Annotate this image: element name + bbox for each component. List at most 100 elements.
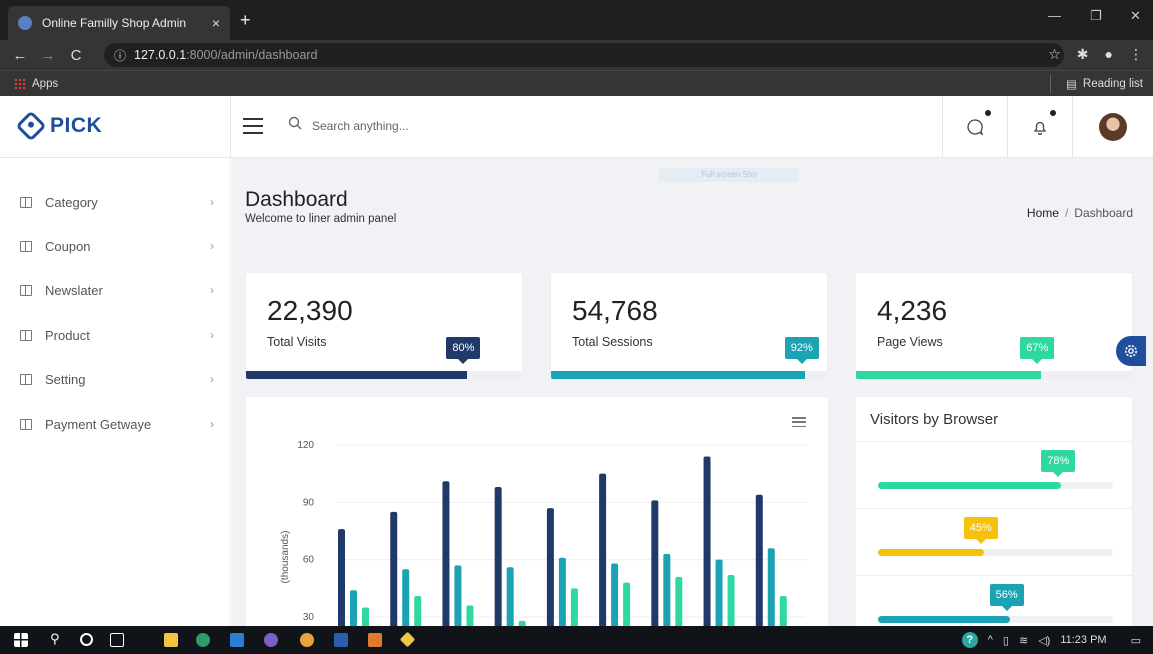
browser-row: 78% [856, 441, 1134, 508]
chart-bar[interactable] [362, 607, 369, 626]
breadcrumb-current: Dashboard [1074, 206, 1133, 220]
chart-bar[interactable] [651, 500, 659, 626]
cortana-icon[interactable] [80, 633, 93, 646]
address-bar-row: ← → C ⓘ 127.0.0.1 :8000/admin/dashboard … [0, 40, 1153, 70]
chart-bar[interactable] [466, 605, 474, 626]
windows-start-icon[interactable] [14, 633, 28, 647]
chart-bar[interactable] [494, 487, 502, 626]
bookmark-star-icon[interactable]: ☆ [1048, 46, 1061, 63]
sidebar-item-product[interactable]: Product › [0, 313, 230, 357]
battery-icon[interactable]: ▯ [1003, 634, 1009, 647]
taskbar-search-icon[interactable]: ⚲ [50, 631, 64, 646]
git-icon[interactable] [399, 631, 416, 648]
y-tick-label: 120 [297, 440, 314, 451]
y-tick-label: 30 [303, 612, 315, 623]
chrome-icon[interactable] [300, 633, 314, 647]
profile-icon[interactable]: ● [1105, 46, 1113, 63]
apps-link[interactable]: Apps [32, 78, 58, 90]
chart-bar[interactable] [767, 548, 775, 626]
chart-bar[interactable] [611, 563, 619, 626]
help-icon[interactable]: ? [961, 632, 978, 648]
reading-list-icon: ▤ [1066, 79, 1077, 91]
file-explorer-icon[interactable] [164, 633, 178, 647]
chart-bar[interactable] [414, 595, 422, 626]
logo-text: PICK [50, 114, 103, 137]
stat-progress-fill [856, 371, 1041, 379]
sidebar-item-setting[interactable]: Setting › [0, 357, 230, 401]
task-view-icon[interactable] [110, 633, 124, 647]
app-icon[interactable] [264, 633, 278, 647]
window-close-icon[interactable]: ✕ [1130, 8, 1141, 24]
chart-bar[interactable] [546, 508, 554, 626]
chart-bar[interactable] [755, 494, 763, 626]
chart-bar[interactable] [390, 511, 398, 626]
vscode-icon[interactable] [230, 633, 244, 647]
chart-bar[interactable] [599, 473, 607, 626]
chart-bar[interactable] [570, 588, 578, 626]
sidebar-item-newsletter[interactable]: Newslater › [0, 268, 230, 312]
chat-button[interactable] [942, 96, 1007, 158]
bar-chart: (thousands) 30 60 90 120 [280, 440, 806, 626]
header-divider [230, 96, 231, 158]
fullscreen-hint[interactable]: Full screen Sho [659, 168, 799, 182]
gear-icon [1125, 345, 1137, 357]
tab-close-icon[interactable]: × [212, 15, 220, 31]
chart-bar[interactable] [727, 574, 735, 626]
reading-list-button[interactable]: ▤ Reading list [1050, 75, 1143, 93]
sidebar-item-label: Payment Getwaye [45, 416, 152, 432]
breadcrumb-home-link[interactable]: Home [1027, 206, 1059, 220]
restore-icon[interactable]: ❐ [1090, 8, 1102, 24]
browser-tab[interactable]: Online Familly Shop Admin × [8, 6, 230, 40]
wifi-icon[interactable]: ≋ [1019, 634, 1028, 647]
book-icon [20, 329, 32, 341]
notification-center-icon[interactable]: ▭ [1131, 634, 1141, 647]
settings-gear-button[interactable] [1116, 336, 1146, 366]
browser-menu-icon[interactable]: ⋮ [1129, 46, 1143, 63]
browser-progress-fill [878, 616, 1010, 623]
reload-icon[interactable]: C [62, 47, 90, 64]
sidebar-item-label: Coupon [45, 238, 91, 254]
edge-icon[interactable] [196, 633, 210, 647]
page-subtitle: Welcome to liner admin panel [245, 213, 397, 225]
back-arrow-icon[interactable]: ← [6, 47, 34, 64]
os-taskbar: ⚲ ? ^ ▯ ≋ ◁) 11:23 PM ▭ [0, 626, 1153, 654]
chart-bar[interactable] [623, 582, 631, 626]
chart-bar[interactable] [506, 567, 514, 626]
chart-bar[interactable] [558, 557, 566, 626]
chart-bar[interactable] [402, 569, 410, 626]
chart-bar[interactable] [715, 559, 723, 626]
volume-icon[interactable]: ◁) [1038, 634, 1050, 647]
chart-bar[interactable] [675, 576, 683, 626]
stat-progress-fill [551, 371, 805, 379]
minimize-icon[interactable]: — [1048, 8, 1061, 23]
menu-toggle-icon[interactable] [243, 118, 263, 134]
brand-logo[interactable]: PICK [15, 110, 103, 142]
browser-row: 56% [856, 575, 1134, 626]
sidebar-item-category[interactable]: Category › [0, 180, 230, 224]
chart-bar[interactable] [454, 565, 462, 626]
avatar [1099, 113, 1127, 141]
search-input[interactable] [312, 114, 612, 138]
user-menu-button[interactable] [1072, 96, 1153, 158]
new-tab-button[interactable]: + [240, 10, 251, 31]
word-icon[interactable] [334, 633, 348, 647]
extensions-icon[interactable]: ✱ [1077, 46, 1089, 63]
clock-time[interactable]: 11:23 PM [1060, 634, 1106, 646]
chart-bar[interactable] [338, 529, 345, 626]
chart-menu-icon[interactable] [792, 417, 806, 427]
sidebar-item-coupon[interactable]: Coupon › [0, 224, 230, 268]
chart-bar[interactable] [442, 481, 450, 626]
chevron-up-icon[interactable]: ^ [988, 634, 993, 646]
xampp-icon[interactable] [368, 633, 382, 647]
chart-bar[interactable] [779, 595, 787, 626]
sidebar-item-payment-gateway[interactable]: Payment Getwaye › [0, 402, 230, 446]
y-axis-label: (thousands) [280, 531, 291, 584]
site-info-icon[interactable]: ⓘ [114, 47, 126, 64]
chart-bar[interactable] [350, 590, 357, 626]
forward-arrow-icon[interactable]: → [34, 47, 62, 64]
reading-list-label: Reading list [1082, 78, 1143, 90]
notifications-button[interactable] [1007, 96, 1072, 158]
chart-bar[interactable] [663, 553, 671, 626]
chart-bar[interactable] [703, 456, 711, 626]
url-field[interactable]: ⓘ 127.0.0.1 :8000/admin/dashboard [104, 43, 1064, 67]
